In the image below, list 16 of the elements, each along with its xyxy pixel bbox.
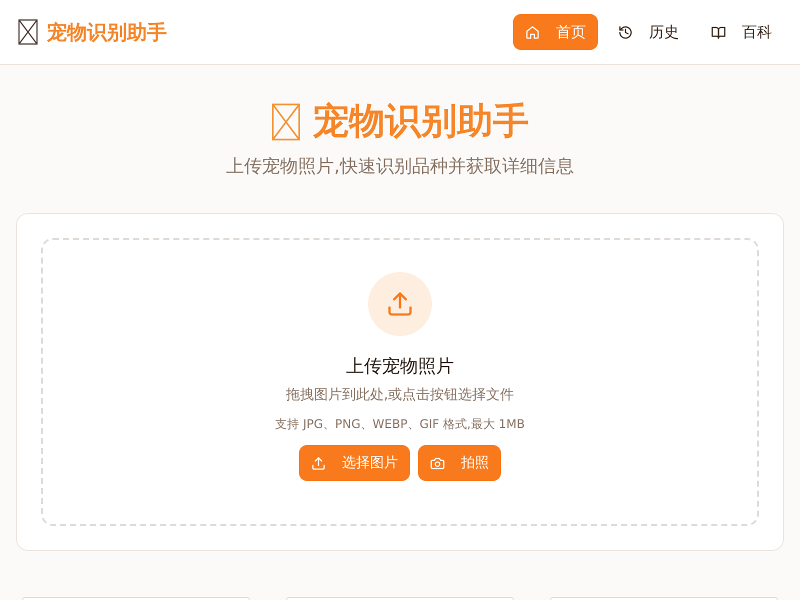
format-note: 支持 JPG、PNG、WEBP、GIF 格式,最大 1MB	[275, 416, 525, 433]
app-title: 宠物识别助手	[47, 18, 167, 46]
nav-tab[interactable]: 百科	[699, 14, 784, 50]
crossed-box-icon	[271, 102, 301, 140]
camera-icon	[430, 456, 445, 470]
upload-icon	[311, 456, 326, 470]
upload-icon	[386, 290, 414, 318]
history-icon	[618, 24, 633, 40]
book-icon	[711, 24, 726, 40]
upload-hint: 拖拽图片到此处,或点击按钮选择文件	[286, 386, 514, 404]
nav-tab[interactable]: 历史	[606, 14, 691, 50]
page-subtitle: 上传宠物照片,快速识别品种并获取详细信息	[225, 155, 575, 178]
home-icon	[525, 24, 540, 40]
page-title: 宠物识别助手	[313, 100, 529, 144]
upload-title: 上传宠物照片	[346, 355, 454, 378]
crossed-box-icon	[18, 19, 38, 45]
